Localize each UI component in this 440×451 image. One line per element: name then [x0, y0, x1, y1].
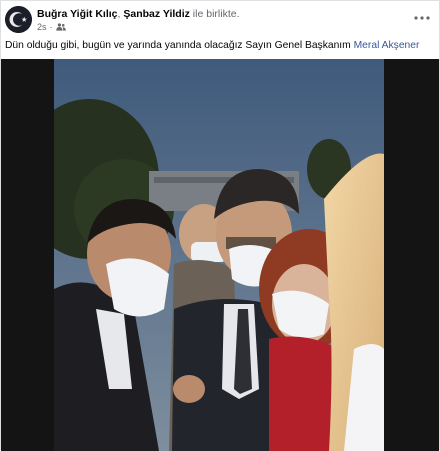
post-header: Buğra Yiğit Kılıç, Şanbaz Yildiz ile bir… — [1, 1, 439, 39]
photo-container — [1, 59, 439, 451]
timestamp-link[interactable]: 2s — [37, 22, 47, 32]
post-meta: 2s · — [37, 22, 66, 32]
crescent-star-icon — [5, 6, 32, 33]
caption-text: Dün olduğu gibi, bugün ve yarında yanınd… — [5, 40, 354, 51]
photo-illustration — [54, 59, 384, 451]
mention-link[interactable]: Meral Akşener — [354, 40, 420, 51]
author-avatar[interactable] — [5, 6, 32, 33]
author-name-link[interactable]: Buğra Yiğit Kılıç — [37, 8, 118, 20]
with-text: ile birlikte. — [189, 8, 240, 20]
more-options-button[interactable] — [411, 10, 433, 26]
facebook-post: Buğra Yiğit Kılıç, Şanbaz Yildiz ile bir… — [0, 0, 440, 451]
more-dots-icon — [414, 16, 430, 20]
friends-icon[interactable] — [55, 23, 66, 31]
author-line: Buğra Yiğit Kılıç, Şanbaz Yildiz ile bir… — [37, 8, 240, 20]
post-caption: Dün olduğu gibi, bugün ve yarında yanınd… — [5, 40, 419, 51]
tagged-person-link[interactable]: Şanbaz Yildiz — [123, 8, 190, 20]
meta-dot: · — [49, 22, 53, 32]
post-photo[interactable] — [54, 59, 384, 451]
